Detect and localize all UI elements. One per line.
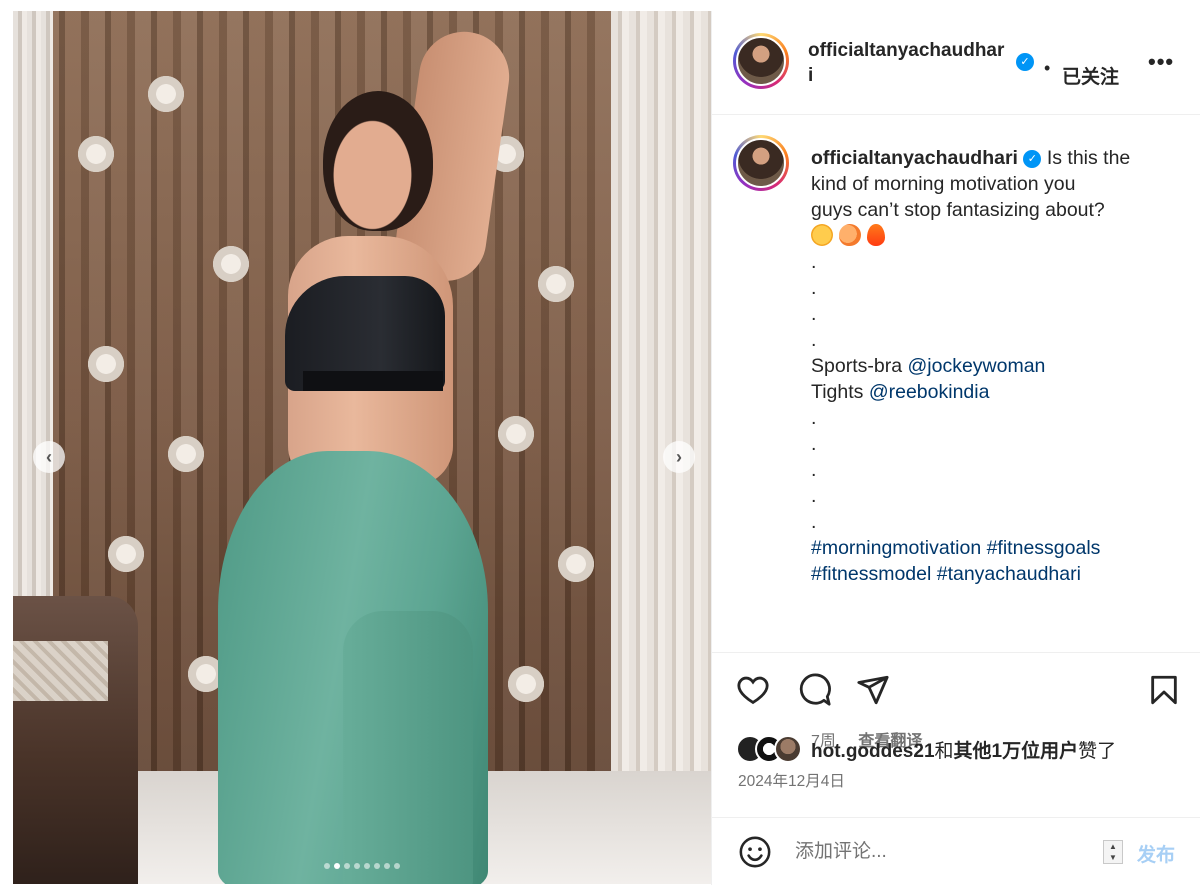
- post-side-panel: officialtanyachaudhari ✓ • 已关注 ••• offic…: [711, 11, 1200, 885]
- following-button[interactable]: 已关注: [1062, 62, 1119, 89]
- sofa-cloth: [13, 641, 108, 701]
- heart-icon[interactable]: [736, 673, 770, 707]
- carousel-dot: [344, 863, 350, 869]
- carousel-next-button[interactable]: ›: [663, 441, 695, 473]
- tights-label: Tights: [811, 381, 864, 403]
- caption-line-1: Is this the: [1046, 147, 1131, 169]
- sports-bra-label: Sports-bra: [811, 355, 903, 377]
- caption-tights: Tights @reebokindia: [811, 379, 1181, 405]
- carousel-dot: [374, 863, 380, 869]
- author-avatar[interactable]: [733, 33, 789, 89]
- avatar-image: [736, 36, 786, 86]
- caption-dot: .: [811, 485, 817, 507]
- liker-username[interactable]: hot.goddes21: [811, 741, 935, 762]
- send-icon[interactable]: [856, 673, 890, 707]
- likes-summary: hot.goddes21和其他1万位用户赞了: [736, 733, 1116, 765]
- curtain-flower: [143, 71, 189, 117]
- carousel-dot: [324, 863, 330, 869]
- caption-avatar[interactable]: [733, 135, 789, 191]
- action-bar: [712, 653, 1200, 725]
- curtain-flower: [163, 431, 209, 477]
- figure-bra-band: [303, 371, 443, 391]
- curtain-flower: [103, 531, 149, 577]
- input-spinner[interactable]: ▲ ▼: [1103, 840, 1123, 864]
- more-options-icon[interactable]: •••: [1148, 49, 1174, 75]
- caption-dot: .: [811, 407, 817, 429]
- carousel-dots: [13, 863, 711, 869]
- curtain-flower: [73, 131, 119, 177]
- caption-dot: .: [811, 329, 817, 351]
- caption-sports-bra: Sports-bra @jockeywoman: [811, 353, 1181, 379]
- likes-others[interactable]: 其他1万位用户: [954, 741, 1079, 762]
- curtain-flower: [533, 261, 579, 307]
- carousel-dot: [364, 863, 370, 869]
- curtain-flower: [553, 541, 599, 587]
- caption-line-2: kind of morning motivation you: [811, 173, 1076, 195]
- spinner-up-icon[interactable]: ▲: [1104, 841, 1122, 852]
- mention-jockeywoman[interactable]: @jockeywoman: [907, 355, 1045, 377]
- caption-dot: .: [811, 433, 817, 455]
- avatar-image: [736, 138, 786, 188]
- carousel-dot: [354, 863, 360, 869]
- caption-dot: .: [811, 251, 817, 273]
- verified-badge-icon: ✓: [1016, 53, 1034, 71]
- chevron-right-icon: ›: [676, 446, 682, 467]
- carousel-dot: [394, 863, 400, 869]
- fire-emoji-icon: [867, 224, 885, 246]
- caption-line-3: guys can’t stop fantasizing about?: [811, 199, 1105, 221]
- comment-icon[interactable]: [798, 673, 832, 707]
- post-header: officialtanyachaudhari ✓ • 已关注 •••: [712, 11, 1200, 115]
- spinner-down-icon[interactable]: ▼: [1104, 852, 1122, 863]
- post-date: 2024年12月4日: [738, 773, 845, 790]
- caption-text: officialtanyachaudhari ✓ Is this the kin…: [811, 145, 1181, 587]
- bookmark-icon[interactable]: [1147, 673, 1181, 707]
- sheer-curtain-left: [13, 11, 53, 611]
- caption-dot: .: [811, 511, 817, 533]
- separator-dot: •: [1044, 58, 1051, 78]
- sheer-curtain-right: [611, 11, 711, 821]
- post-comment-button[interactable]: 发布: [1137, 840, 1175, 867]
- caption-dot: .: [811, 303, 817, 325]
- author-username[interactable]: officialtanyachaudhari: [808, 38, 1008, 88]
- caption-emojis: [811, 223, 1181, 249]
- curtain-flower: [208, 241, 254, 287]
- comment-bar: ▲ ▼ 发布: [712, 817, 1200, 885]
- caption-dot: .: [811, 459, 817, 481]
- curtain-flower: [493, 411, 539, 457]
- sofa: [13, 596, 138, 884]
- peach-emoji-icon: [839, 224, 861, 246]
- post-media[interactable]: ‹ ›: [13, 11, 711, 884]
- comment-input[interactable]: [795, 838, 1095, 866]
- figure-leggings-leg: [343, 611, 473, 884]
- chevron-left-icon: ‹: [46, 446, 52, 467]
- verified-badge-icon: ✓: [1023, 149, 1042, 168]
- wink-emoji-icon: [811, 224, 833, 246]
- curtain-flower: [503, 661, 549, 707]
- hashtags-line-1[interactable]: #morningmotivation #fitnessgoals: [811, 535, 1181, 561]
- carousel-dot: [334, 863, 340, 869]
- likes-suffix: 赞了: [1078, 740, 1117, 762]
- caption-area: officialtanyachaudhari ✓ Is this the kin…: [712, 115, 1200, 750]
- caption-dot: .: [811, 277, 817, 299]
- mention-reebokindia[interactable]: @reebokindia: [869, 381, 990, 403]
- hashtags-line-2[interactable]: #fitnessmodel #tanyachaudhari: [811, 561, 1181, 587]
- caption-username[interactable]: officialtanyachaudhari: [811, 147, 1018, 169]
- carousel-prev-button[interactable]: ‹: [33, 441, 65, 473]
- carousel-dot: [384, 863, 390, 869]
- curtain-flower: [83, 341, 129, 387]
- liker-avatar: [774, 735, 802, 763]
- figure-head: [323, 91, 433, 231]
- emoji-picker-icon[interactable]: [738, 835, 772, 869]
- likes-connector: 和: [934, 740, 954, 762]
